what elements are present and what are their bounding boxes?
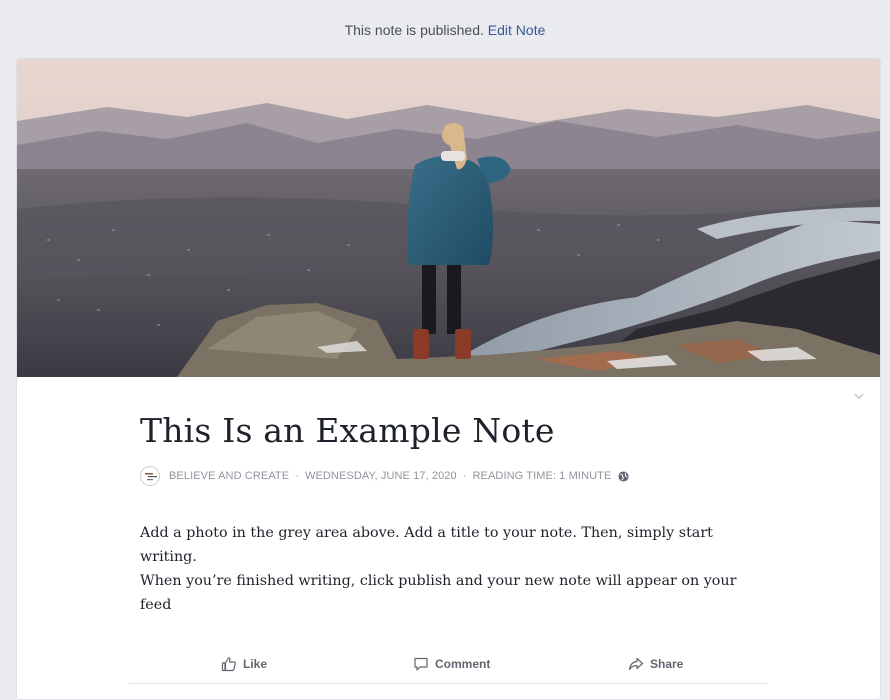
divider	[129, 683, 767, 684]
avatar[interactable]	[140, 466, 160, 486]
like-label: Like	[243, 657, 268, 671]
note-title: This Is an Example Note	[140, 411, 555, 450]
chevron-down-icon[interactable]	[852, 389, 866, 403]
note-card: This Is an Example Note BELIEVE AND CREA…	[16, 58, 881, 700]
action-bar: Like Comment Share	[17, 649, 880, 679]
note-body: Add a photo in the grey area above. Add …	[140, 521, 760, 617]
note-meta: BELIEVE AND CREATE · WEDNESDAY, JUNE 17,…	[140, 465, 629, 487]
publish-date: WEDNESDAY, JUNE 17, 2020	[304, 470, 457, 482]
meta-separator: ·	[295, 470, 299, 482]
edit-note-link[interactable]: Edit Note	[488, 22, 546, 38]
comment-icon	[414, 657, 428, 671]
cover-photo	[17, 59, 880, 377]
comment-label: Comment	[435, 657, 491, 671]
share-label: Share	[650, 657, 684, 671]
body-line: When you’re finished writing, click publ…	[140, 573, 737, 613]
author-name[interactable]: BELIEVE AND CREATE	[169, 470, 289, 482]
publish-status-bar: This note is published. Edit Note	[0, 22, 890, 38]
meta-separator: ·	[462, 470, 467, 482]
body-line: Add a photo in the grey area above. Add …	[140, 525, 713, 565]
share-icon	[628, 657, 644, 671]
publish-status-text: This note is published.	[344, 22, 484, 38]
thumbs-up-icon	[221, 657, 236, 672]
comment-button[interactable]: Comment	[413, 649, 490, 679]
like-button[interactable]: Like	[221, 649, 267, 679]
globe-icon[interactable]	[618, 470, 629, 482]
reading-time: READING TIME: 1 MINUTE	[472, 470, 612, 482]
share-button[interactable]: Share	[628, 649, 683, 679]
